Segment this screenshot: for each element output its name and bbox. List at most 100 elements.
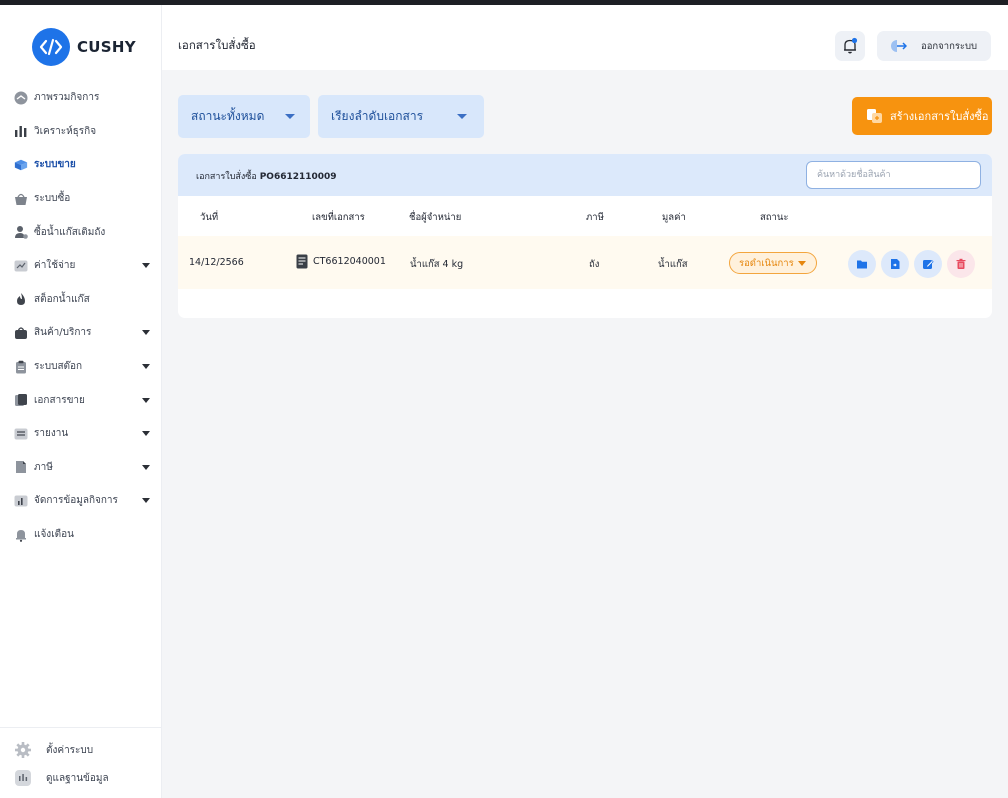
column-header-status: สถานะ: [760, 212, 789, 223]
flame-icon: [14, 292, 28, 306]
notification-button[interactable]: [835, 31, 865, 61]
edit-icon: [923, 260, 934, 269]
database-icon: [14, 769, 32, 787]
sidebar-item-business-analysis[interactable]: วิเคราะห์ธุรกิจ: [0, 115, 162, 149]
sidebar-item-expenses[interactable]: ค่าใช้จ่าย: [0, 249, 162, 283]
sidebar-item-buy-gas-refill[interactable]: ซื้อน้ำแก๊สเติมถัง: [0, 215, 162, 249]
export-document-button[interactable]: [881, 250, 909, 278]
bag-icon: [14, 326, 28, 340]
cell-date: 14/12/2566: [189, 257, 244, 268]
sidebar-item-reports[interactable]: รายงาน: [0, 417, 162, 451]
clipboard-icon: [14, 360, 28, 374]
product-search-input[interactable]: [806, 161, 981, 189]
code-logo-icon: [32, 28, 70, 66]
sidebar-item-label: รายงาน: [34, 428, 69, 440]
chevron-down-icon: [457, 114, 467, 119]
sidebar-item-gas-stock[interactable]: สต็อกน้ำแก๊ส: [0, 283, 162, 317]
sidebar-item-label: แจ้งเตือน: [34, 529, 74, 541]
expense-chart-icon: [14, 259, 28, 273]
po-prefix: เอกสารใบสั่งซื้อ: [196, 172, 257, 182]
status-filter-dropdown[interactable]: สถานะทั้งหมด: [178, 95, 310, 138]
overview-icon: [14, 91, 28, 105]
table-row[interactable]: 14/12/2566 CT6612040001 น้ำแก๊ส 4 kg ถัง…: [178, 236, 992, 289]
chevron-down-icon[interactable]: [142, 263, 150, 269]
view-document-button[interactable]: [848, 250, 876, 278]
sidebar-item-label: ตั้งค่าระบบ: [46, 744, 94, 756]
sidebar-item-label: สต็อกน้ำแก๊ส: [34, 293, 90, 305]
cell-tax: ถัง: [589, 259, 600, 270]
column-header-tax: ภาษี: [586, 212, 604, 223]
chevron-down-icon[interactable]: [142, 364, 150, 370]
chevron-down-icon[interactable]: [142, 330, 150, 336]
sidebar-item-tax[interactable]: ภาษี: [0, 451, 162, 485]
sidebar-item-system-settings[interactable]: ตั้งค่าระบบ: [0, 736, 161, 764]
gear-icon: [14, 741, 32, 759]
sidebar-item-label: วิเคราะห์ธุรกิจ: [34, 125, 97, 137]
create-button-label: สร้างเอกสารใบสั่งซื้อ: [890, 110, 989, 123]
sidebar-item-notifications[interactable]: แจ้งเตือน: [0, 518, 162, 552]
top-header: เอกสารใบสั่งซื้อ ออกจากระบบ: [162, 5, 1008, 70]
new-document-icon: [866, 108, 884, 124]
document-icon: [296, 254, 308, 269]
card-header: เอกสารใบสั่งซื้อ PO6612110009: [178, 154, 992, 196]
sidebar-item-label: จัดการข้อมูลกิจการ: [34, 495, 118, 507]
sidebar-item-label: ซื้อน้ำแก๊สเติมถัง: [34, 226, 106, 238]
chevron-down-icon[interactable]: [142, 431, 150, 437]
column-header-doc-no: เลขที่เอกสาร: [312, 212, 365, 223]
cell-vendor: น้ำแก๊ส 4 kg: [410, 259, 464, 270]
cell-doc-no[interactable]: CT6612040001: [296, 254, 386, 269]
cell-value: น้ำแก๊ส: [658, 259, 688, 270]
basket-icon: [14, 192, 28, 206]
sidebar-item-label: ระบบซื้อ: [34, 193, 71, 205]
folder-icon: [857, 260, 867, 269]
sidebar-item-sales[interactable]: ระบบขาย: [0, 148, 162, 182]
column-header-vendor: ชื่อผู้จำหน่าย: [409, 212, 462, 223]
sidebar-nav: ภาพรวมกิจการ วิเคราะห์ธุรกิจ ระบบขาย ระบ…: [0, 81, 162, 551]
bar-chart-icon: [14, 124, 28, 138]
sidebar-item-purchase[interactable]: ระบบซื้อ: [0, 182, 162, 216]
status-dropdown[interactable]: รอดำเนินการ: [729, 252, 817, 274]
bell-icon: [844, 37, 858, 54]
trash-icon: [956, 258, 966, 269]
sidebar-bottom: ตั้งค่าระบบ ดูแลฐานข้อมูล: [0, 727, 161, 792]
sidebar-item-database[interactable]: ดูแลฐานข้อมูล: [0, 764, 161, 792]
sort-filter-label: เรียงลำดับเอกสาร: [331, 109, 424, 123]
sidebar-item-label: ภาษี: [34, 461, 53, 473]
delete-document-button[interactable]: [947, 250, 975, 278]
sidebar: CUSHY ภาพรวมกิจการ วิเคราะห์ธุรกิจ ระบบข…: [0, 5, 162, 798]
doc-no-text: CT6612040001: [313, 256, 386, 267]
chevron-down-icon[interactable]: [142, 397, 150, 403]
sidebar-item-label: เอกสารขาย: [34, 394, 85, 406]
purchase-order-card: เอกสารใบสั่งซื้อ PO6612110009 วันที่ เลข…: [178, 154, 992, 318]
chevron-down-icon: [285, 114, 295, 119]
sidebar-item-label: ค่าใช้จ่าย: [34, 260, 76, 272]
tax-file-icon: [14, 460, 28, 474]
app-logo-text: CUSHY: [77, 38, 136, 56]
logout-label: ออกจากระบบ: [921, 40, 978, 52]
sidebar-item-overview[interactable]: ภาพรวมกิจการ: [0, 81, 162, 115]
report-icon: [14, 427, 28, 441]
create-purchase-order-button[interactable]: สร้างเอกสารใบสั่งซื้อ: [852, 97, 992, 135]
alert-bell-icon: [14, 528, 28, 542]
po-number: PO6612110009: [259, 172, 337, 182]
sidebar-item-label: ระบบขาย: [34, 159, 76, 171]
box-icon: [14, 158, 28, 172]
sidebar-item-label: สินค้า/บริการ: [34, 327, 92, 339]
sidebar-item-products-services[interactable]: สินค้า/บริการ: [0, 316, 162, 350]
edit-document-button[interactable]: [914, 250, 942, 278]
logout-button[interactable]: ออกจากระบบ: [877, 31, 991, 61]
app-logo[interactable]: CUSHY: [32, 28, 136, 66]
documents-icon: [14, 393, 28, 407]
person-gas-icon: [14, 225, 28, 239]
sidebar-item-sales-documents[interactable]: เอกสารขาย: [0, 383, 162, 417]
sidebar-item-business-data[interactable]: จัดการข้อมูลกิจการ: [0, 484, 162, 518]
sort-documents-dropdown[interactable]: เรียงลำดับเอกสาร: [318, 95, 484, 138]
chevron-down-icon[interactable]: [142, 464, 150, 470]
chevron-down-icon[interactable]: [142, 498, 150, 504]
logout-icon: [891, 38, 907, 54]
sidebar-item-label: ดูแลฐานข้อมูล: [46, 772, 109, 784]
sidebar-item-stock-system[interactable]: ระบบสต๊อก: [0, 350, 162, 384]
business-data-icon: [14, 494, 28, 508]
file-export-icon: [891, 259, 900, 269]
column-header-date: วันที่: [200, 212, 219, 223]
